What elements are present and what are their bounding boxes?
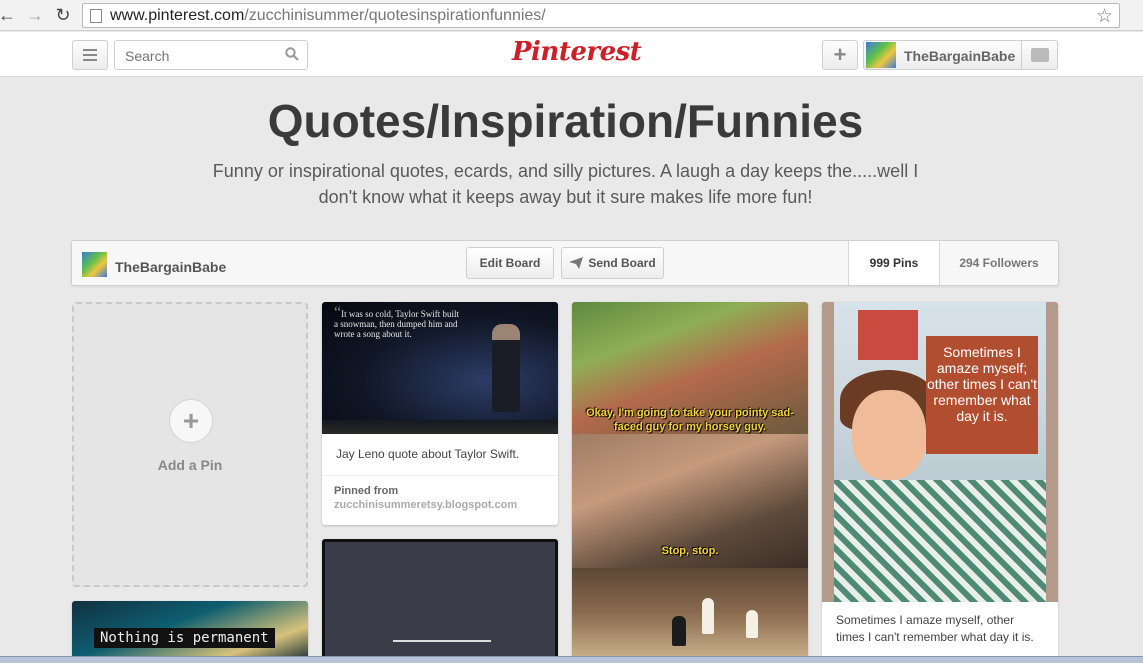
board-title: Quotes/Inspiration/Funnies (267, 95, 864, 147)
board-owner-name[interactable]: TheBargainBabe (115, 259, 226, 275)
board-info-bar: TheBargainBabe Edit Board Send Board 999… (71, 240, 1059, 286)
menu-button[interactable] (72, 40, 108, 70)
pin-image[interactable] (325, 542, 555, 660)
pin-card[interactable]: “It was so cold, Taylor Swift built a sn… (322, 302, 558, 525)
pin-image[interactable] (572, 568, 808, 658)
pin-description: Jay Leno quote about Taylor Swift. (336, 447, 520, 461)
pin-image[interactable]: “It was so cold, Taylor Swift built a sn… (322, 302, 558, 434)
pin-card[interactable]: Okay, I'm going to take your pointy sad-… (572, 302, 808, 663)
page-icon (90, 8, 102, 23)
reload-icon[interactable]: ↻ (52, 4, 74, 26)
pin-image[interactable]: Sometimes I amaze myself; other times I … (834, 302, 1046, 602)
owner-avatar[interactable] (82, 252, 107, 277)
pin-source[interactable]: Pinned from zucchinisummeretsy.blogspot.… (322, 475, 558, 520)
source-domain[interactable]: zucchinisummeretsy.blogspot.com (334, 499, 546, 511)
user-menu-button[interactable]: TheBargainBabe (863, 40, 1058, 70)
back-arrow-icon[interactable]: ← (0, 4, 18, 26)
window-bottom-border (0, 656, 1143, 663)
bookmark-star-icon[interactable]: ☆ (1096, 5, 1113, 28)
pin-card[interactable] (322, 539, 558, 663)
pin-image[interactable]: Stop, stop. (572, 434, 808, 568)
board-description: Funny or inspirational quotes, ecards, a… (212, 161, 919, 207)
url-text: www.pinterest.com/zucchinisummer/quotesi… (110, 7, 546, 25)
avatar (866, 42, 896, 68)
search-icon[interactable] (285, 47, 299, 61)
url-host: www.pinterest.com (110, 6, 245, 24)
browser-toolbar: ← → ↻ www.pinterest.com/zucchinisummer/q… (0, 0, 1143, 31)
pin-image-text: Nothing is permanent (94, 628, 275, 648)
pin-image-text: Sometimes I amaze myself; other times I … (926, 336, 1038, 454)
pin-card[interactable]: Nothing is permanent (72, 601, 308, 663)
search-input[interactable] (115, 41, 275, 71)
pins-count[interactable]: 999 Pins (848, 241, 939, 285)
notification-icon (1030, 48, 1049, 62)
pin-image-quote: “It was so cold, Taylor Swift built a sn… (334, 304, 460, 340)
pin-image[interactable]: Okay, I'm going to take your pointy sad-… (572, 302, 808, 434)
pin-caption: Stop, stop. (661, 545, 719, 557)
add-pin-tile[interactable]: + Add a Pin (72, 302, 308, 587)
forward-arrow-icon[interactable]: → (24, 4, 46, 26)
send-board-label: Send Board (588, 256, 656, 270)
add-pin-button[interactable]: + (822, 40, 858, 70)
pin-card[interactable]: Sometimes I amaze myself; other times I … (822, 302, 1058, 663)
pinterest-header: Pinterest + TheBargainBabe (0, 32, 1143, 77)
pinned-from-label: Pinned from (334, 485, 399, 497)
address-bar[interactable]: www.pinterest.com/zucchinisummer/quotesi… (82, 3, 1120, 28)
edit-board-label: Edit Board (479, 256, 541, 270)
plus-icon: + (833, 42, 847, 67)
url-path: /zucchinisummer/quotesinspirationfunnies… (244, 6, 546, 24)
add-pin-label: Add a Pin (157, 457, 223, 473)
edit-board-button[interactable]: Edit Board (466, 247, 554, 279)
search-box (114, 40, 308, 71)
send-icon (569, 257, 584, 269)
username: TheBargainBabe (904, 48, 1016, 64)
pin-caption: Okay, I'm going to take your pointy sad-… (586, 407, 794, 433)
followers-count[interactable]: 294 Followers (939, 241, 1058, 285)
send-board-button[interactable]: Send Board (561, 247, 664, 279)
plus-icon: + (169, 399, 213, 443)
pinterest-logo[interactable]: Pinterest (512, 37, 642, 67)
notifications-button[interactable] (1021, 41, 1057, 69)
pin-description: Sometimes I amaze myself, other times I … (836, 613, 1034, 644)
